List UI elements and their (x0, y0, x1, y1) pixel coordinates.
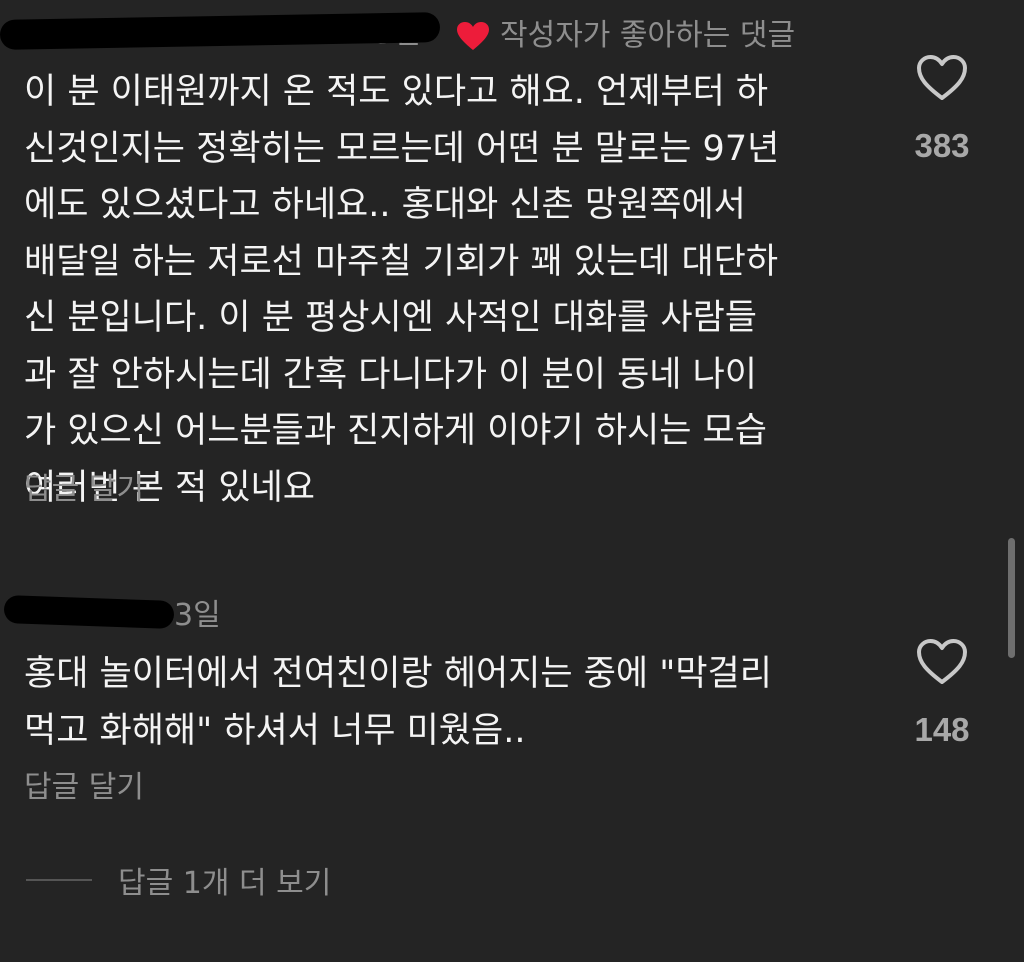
comment-1-reply-button[interactable]: 답글 달기 (24, 470, 144, 510)
author-liked-label: 작성자가 좋아하는 댓글 (500, 18, 796, 53)
view-more-replies-button[interactable]: 답글 1개 더 보기 (26, 858, 331, 902)
comment-1-like-count: 383 (914, 127, 970, 164)
comment-2-reply-button[interactable]: 답글 달기 (24, 768, 144, 808)
heart-filled-icon (457, 22, 489, 50)
heart-outline-icon (917, 55, 967, 100)
comment-1-like-button[interactable] (916, 54, 968, 102)
username-redaction (3, 595, 175, 629)
more-replies-divider (26, 879, 92, 881)
heart-outline-icon (917, 639, 967, 684)
comment-1-text: 이 분 이태원까지 온 적도 있다고 해요. 언제부터 하 신것인지는 정확히는… (24, 72, 780, 508)
comment-2-time: 3일 (174, 598, 221, 633)
more-replies-label: 답글 1개 더 보기 (118, 866, 332, 901)
comment-2-text: 홍대 놀이터에서 전여친이랑 헤어지는 중에 "막걸리 먹고 화해해" 하셔서 … (24, 654, 772, 751)
scrollbar-thumb[interactable] (1008, 538, 1015, 658)
comment-2-like-button[interactable] (916, 638, 968, 686)
comment-2-like-count: 148 (914, 711, 970, 748)
author-liked-indicator: 작성자가 좋아하는 댓글 (456, 14, 795, 58)
